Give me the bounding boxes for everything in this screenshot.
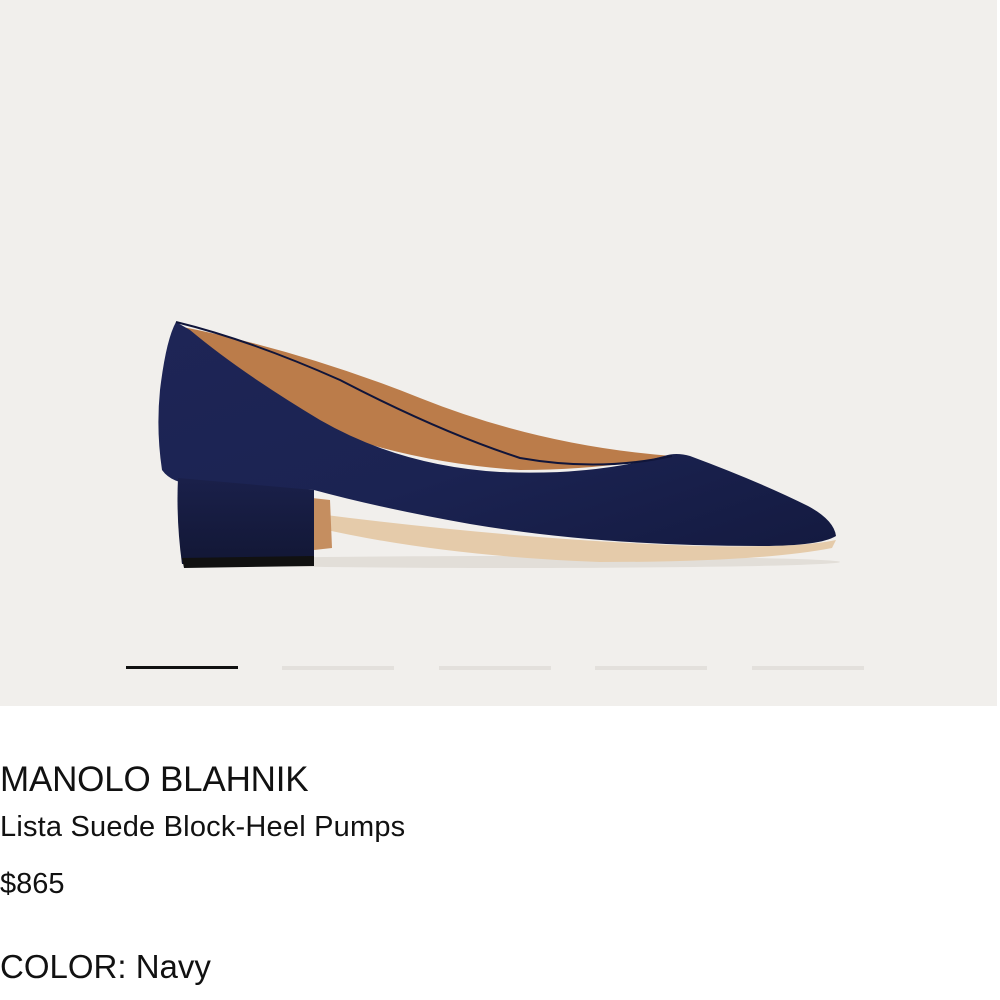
- brand-name[interactable]: MANOLO BLAHNIK: [0, 760, 309, 800]
- product-page: MANOLO BLAHNIK Lista Suede Block-Heel Pu…: [0, 0, 1000, 1000]
- color-label: COLOR:: [0, 948, 127, 985]
- gallery-dot-3[interactable]: [439, 666, 551, 670]
- gallery-pagination: [0, 0, 997, 706]
- color-value: Navy: [135, 948, 211, 985]
- product-image-gallery[interactable]: [0, 0, 997, 706]
- gallery-dot-1[interactable]: [126, 666, 238, 669]
- product-price: $865: [0, 868, 65, 900]
- color-selection: COLOR: Navy: [0, 948, 211, 986]
- gallery-dot-5[interactable]: [752, 666, 864, 670]
- product-name: Lista Suede Block-Heel Pumps: [0, 811, 406, 843]
- product-info: MANOLO BLAHNIK Lista Suede Block-Heel Pu…: [0, 706, 1000, 1000]
- gallery-dot-4[interactable]: [595, 666, 707, 670]
- gallery-dot-2[interactable]: [282, 666, 394, 670]
